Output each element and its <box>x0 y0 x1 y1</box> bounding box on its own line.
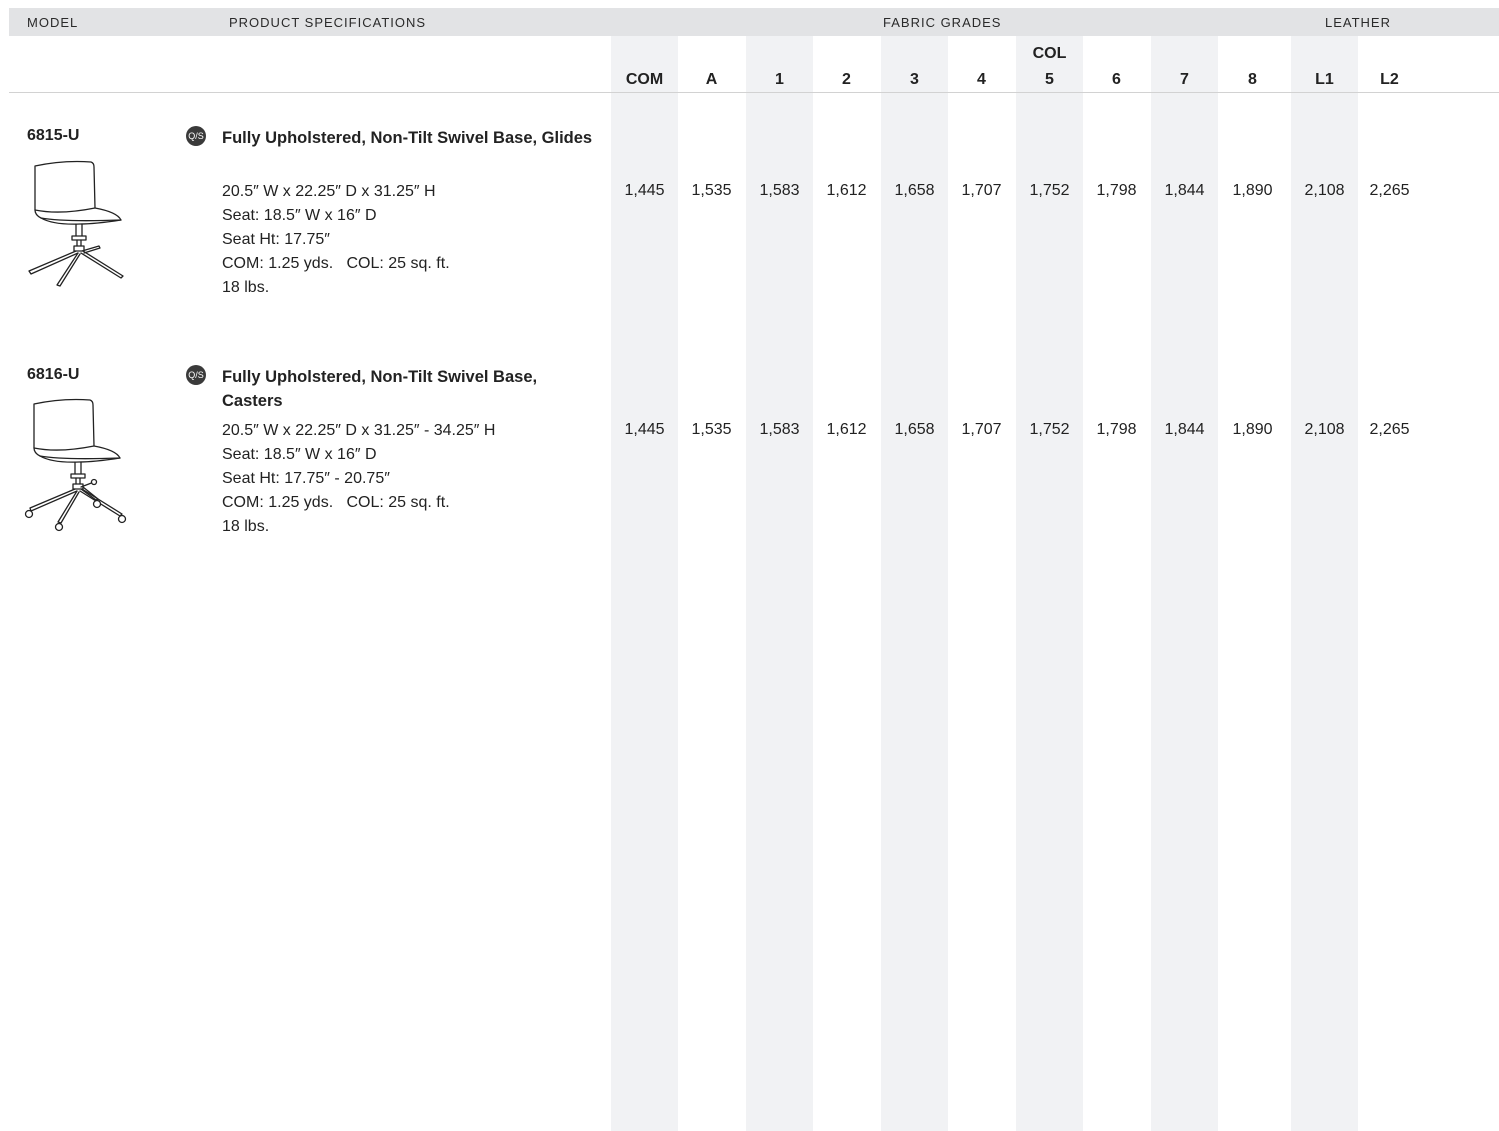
column-header-4: 4 <box>977 71 986 88</box>
spec-dimensions: 20.5″ W x 22.25″ D x 31.25″ - 34.25″ H <box>222 422 496 439</box>
model-number: 6816-U <box>27 366 80 383</box>
column-shade-5 <box>1016 36 1083 1131</box>
price-7: 1,844 <box>1164 421 1205 438</box>
column-header-com: COM <box>625 71 664 88</box>
column-header-a: A <box>705 71 718 88</box>
column-header-5: 5 <box>1045 71 1054 88</box>
price-4: 1,707 <box>961 421 1002 438</box>
spec-dimensions: 20.5″ W x 22.25″ D x 31.25″ H <box>222 183 436 200</box>
price-6: 1,798 <box>1096 182 1137 199</box>
column-shade-7 <box>1151 36 1218 1131</box>
product-title: Fully Upholstered, Non-Tilt Swivel Base,… <box>222 129 593 147</box>
spec-seat-height: Seat Ht: 17.75″ - 20.75″ <box>222 470 390 487</box>
price-a: 1,535 <box>691 421 732 438</box>
spec-seat: Seat: 18.5″ W x 16″ D <box>222 207 377 224</box>
spec-weight: 18 lbs. <box>222 279 270 296</box>
header-model: MODEL <box>27 15 79 30</box>
column-header-l2: L2 <box>1380 71 1399 88</box>
price-1: 1,583 <box>759 182 800 199</box>
product-title: Fully Upholstered, Non-Tilt Swivel Base,… <box>222 368 538 410</box>
price-com: 1,445 <box>624 182 665 199</box>
price-a: 1,535 <box>691 182 732 199</box>
price-3: 1,658 <box>894 421 935 438</box>
spec-weight: 18 lbs. <box>222 518 270 535</box>
chair-casters-icon <box>24 398 127 532</box>
price-l2: 2,265 <box>1369 182 1410 199</box>
price-1: 1,583 <box>759 421 800 438</box>
column-header-8: 8 <box>1248 71 1257 88</box>
chair-glides-icon <box>28 160 124 287</box>
price-l1: 2,108 <box>1304 421 1345 438</box>
price-8: 1,890 <box>1232 182 1273 199</box>
column-shade-l1 <box>1291 36 1358 1131</box>
price-6: 1,798 <box>1096 421 1137 438</box>
price-l2: 2,265 <box>1369 421 1410 438</box>
price-com: 1,445 <box>624 421 665 438</box>
spec-seat-height: Seat Ht: 17.75″ <box>222 231 330 248</box>
header-leather: LEATHER <box>1325 15 1391 30</box>
price-5: 1,752 <box>1029 421 1070 438</box>
quick-ship-icon: Q/S <box>186 126 206 146</box>
price-5: 1,752 <box>1029 182 1070 199</box>
column-header-3: 3 <box>910 71 919 88</box>
price-4: 1,707 <box>961 182 1002 199</box>
column-shade-com <box>611 36 678 1131</box>
column-header-6: 6 <box>1112 71 1121 88</box>
column-header-l1: L1 <box>1315 71 1334 88</box>
column-header-7: 7 <box>1180 71 1189 88</box>
header-divider <box>9 92 1499 93</box>
price-l1: 2,108 <box>1304 182 1345 199</box>
model-number: 6815-U <box>27 127 80 144</box>
column-shade-1 <box>746 36 813 1131</box>
header-product-specifications: PRODUCT SPECIFICATIONS <box>229 15 427 30</box>
quick-ship-icon: Q/S <box>186 365 206 385</box>
column-shade-3 <box>881 36 948 1131</box>
price-2: 1,612 <box>826 182 867 199</box>
price-2: 1,612 <box>826 421 867 438</box>
column-header-1: 1 <box>775 71 784 88</box>
spec-com-col: COM: 1.25 yds. COL: 25 sq. ft. <box>222 255 450 272</box>
header-fabric-grades: FABRIC GRADES <box>883 15 1002 30</box>
column-header-2: 2 <box>842 71 851 88</box>
price-8: 1,890 <box>1232 421 1273 438</box>
price-7: 1,844 <box>1164 182 1205 199</box>
spec-com-col: COM: 1.25 yds. COL: 25 sq. ft. <box>222 494 450 511</box>
spec-seat: Seat: 18.5″ W x 16″ D <box>222 446 377 463</box>
price-3: 1,658 <box>894 182 935 199</box>
column-header-top: COL <box>1032 45 1067 62</box>
